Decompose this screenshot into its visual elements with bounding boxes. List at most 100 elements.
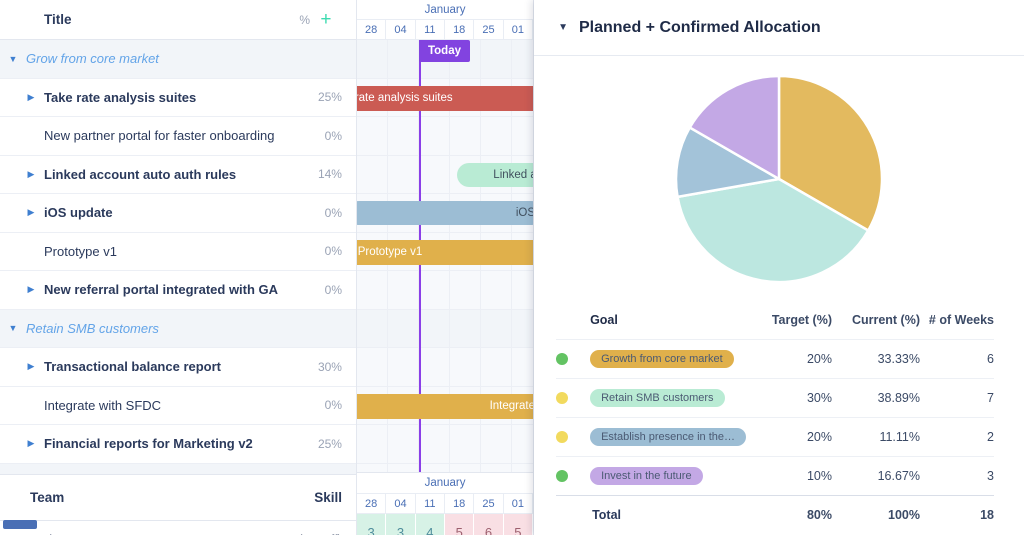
weeks-value: 6 [920, 352, 994, 366]
timeline-day-ticks: 280411182501 [357, 20, 533, 40]
gantt-bar[interactable]: Integrate [357, 394, 534, 419]
task-grid-header: Title % + [0, 0, 356, 40]
gantt-bar[interactable]: Prototype v1 [357, 240, 534, 265]
chevron-right-icon[interactable]: ▶ [18, 284, 44, 295]
triangle-down-icon[interactable]: ▼ [558, 22, 568, 33]
weeks-value: 3 [920, 469, 994, 483]
team-row-list: WebDev (4 staff) [0, 521, 356, 535]
timeline-day-tick: 01 [504, 20, 533, 39]
goal-chip[interactable]: Invest in the future [590, 467, 703, 485]
goal-cell: Growth from core market [590, 350, 746, 368]
chevron-right-icon[interactable]: ▶ [18, 361, 44, 372]
task-row[interactable]: ▶Linked account auto auth rules14% [0, 156, 356, 195]
gantt-bar-label: Linked account [457, 169, 534, 181]
chevron-right-icon[interactable]: ▶ [18, 438, 44, 449]
goal-chip[interactable]: Growth from core market [590, 350, 734, 368]
goal-chip[interactable]: Retain SMB customers [590, 389, 724, 407]
task-row[interactable]: Prototype v10% [0, 233, 356, 272]
allocation-row[interactable]: Invest in the future 10%16.67%3 [556, 456, 994, 495]
task-label: Prototype v1 [44, 244, 296, 259]
allocation-table: Goal Target (%) Current (%) # of Weeks G… [534, 301, 1024, 534]
current-value: 38.89% [832, 391, 920, 405]
column-header-team: Team [0, 490, 212, 505]
task-label: Retain SMB customers [26, 321, 296, 336]
task-percent: 0% [296, 283, 342, 297]
task-percent: 30% [296, 360, 342, 374]
chevron-right-icon[interactable]: ▶ [18, 207, 44, 218]
timeline-month-label: January [357, 0, 533, 20]
task-row[interactable]: ▶Transactional balance report30% [0, 348, 356, 387]
gantt-bar-label: iOS [357, 207, 534, 219]
allocation-table-header: Goal Target (%) Current (%) # of Weeks [556, 301, 994, 339]
task-row[interactable]: ▶New referral portal integrated with GA0… [0, 271, 356, 310]
target-value: 10% [746, 469, 832, 483]
capacity-cell-ok[interactable]: 3 [357, 514, 386, 535]
allocation-row[interactable]: Retain SMB customers30%38.89%7 [556, 378, 994, 417]
task-row[interactable]: Integrate with SFDC0% [0, 387, 356, 426]
pie-chart-container [534, 56, 1024, 301]
team-row[interactable]: WebDev (4 staff) [0, 521, 356, 535]
total-weeks: 18 [920, 508, 994, 522]
allocation-panel: ▼ Planned + Confirmed Allocation Goal Ta… [534, 0, 1024, 535]
status-dot-icon [556, 470, 568, 482]
goal-chip[interactable]: Establish presence in the… [590, 428, 746, 446]
allocation-total-row: Total 80% 100% 18 [556, 495, 994, 534]
gantt-bar[interactable]: Linked account [457, 163, 534, 187]
timeline-day-tick: 18 [445, 20, 474, 39]
column-header-target: Target (%) [746, 313, 832, 327]
chevron-down-icon[interactable]: ▼ [0, 323, 26, 333]
capacity-cell-over[interactable]: 5 [445, 514, 474, 535]
task-label: Linked account auto auth rules [44, 167, 296, 182]
gantt-bar[interactable]: iOS [357, 201, 534, 225]
current-value: 16.67% [832, 469, 920, 483]
task-grid-pane: Title % + ▼Grow from core market▶Take ra… [0, 0, 357, 535]
status-dot-icon [556, 431, 568, 443]
task-group-row[interactable]: ▼Grow from core market [0, 40, 356, 79]
column-header-current: Current (%) [832, 313, 920, 327]
add-row-icon[interactable]: + [310, 10, 342, 29]
task-row-list: ▼Grow from core market▶Take rate analysi… [0, 40, 356, 464]
task-row[interactable]: New partner portal for faster onboarding… [0, 117, 356, 156]
column-header-weeks: # of Weeks [920, 313, 994, 327]
horizontal-scrollbar-thumb[interactable] [3, 520, 37, 529]
chevron-down-icon[interactable]: ▼ [0, 54, 26, 64]
chevron-right-icon[interactable]: ▶ [18, 169, 44, 180]
task-row[interactable]: ▶Financial reports for Marketing v225% [0, 425, 356, 464]
capacity-day-tick: 25 [474, 494, 503, 513]
gantt-bar-label: Integrate [357, 400, 534, 412]
capacity-values-row: 334565 [357, 514, 533, 535]
timeline-day-tick: 25 [474, 20, 503, 39]
current-value: 33.33% [832, 352, 920, 366]
section-divider [0, 464, 356, 475]
capacity-cell-ok[interactable]: 4 [416, 514, 445, 535]
chevron-right-icon[interactable]: ▶ [18, 92, 44, 103]
task-percent: 14% [296, 167, 342, 181]
team-table-header: Team Skill [0, 475, 356, 521]
task-row[interactable]: ▶Take rate analysis suites25% [0, 79, 356, 118]
column-header-percent: % [270, 13, 310, 27]
task-label: New referral portal integrated with GA [44, 282, 296, 297]
task-group-row[interactable]: ▼Retain SMB customers [0, 310, 356, 349]
timeline-day-tick: 11 [416, 20, 445, 39]
gantt-bars-area: Today Take rate analysis suitesLinked ac… [357, 40, 533, 472]
status-dot-cell [556, 431, 590, 443]
allocation-pie-chart [674, 74, 884, 284]
status-dot-icon [556, 392, 568, 404]
capacity-cell-ok[interactable]: 3 [386, 514, 415, 535]
capacity-day-tick: 01 [504, 494, 533, 513]
gantt-bar-label: Prototype v1 [357, 246, 534, 258]
capacity-cell-over[interactable]: 5 [504, 514, 533, 535]
status-dot-cell [556, 353, 590, 365]
task-label: Financial reports for Marketing v2 [44, 436, 296, 451]
task-label: Transactional balance report [44, 359, 296, 374]
total-current: 100% [832, 508, 920, 522]
current-value: 11.11% [832, 430, 920, 444]
task-row[interactable]: ▶iOS update0% [0, 194, 356, 233]
allocation-row[interactable]: Establish presence in the…20%11.11%2 [556, 417, 994, 456]
target-value: 20% [746, 352, 832, 366]
allocation-row[interactable]: Growth from core market 20%33.33%6 [556, 339, 994, 378]
capacity-cell-over[interactable]: 6 [474, 514, 503, 535]
weeks-value: 2 [920, 430, 994, 444]
task-label: Integrate with SFDC [44, 398, 296, 413]
gantt-bar[interactable]: Take rate analysis suites [357, 86, 534, 111]
